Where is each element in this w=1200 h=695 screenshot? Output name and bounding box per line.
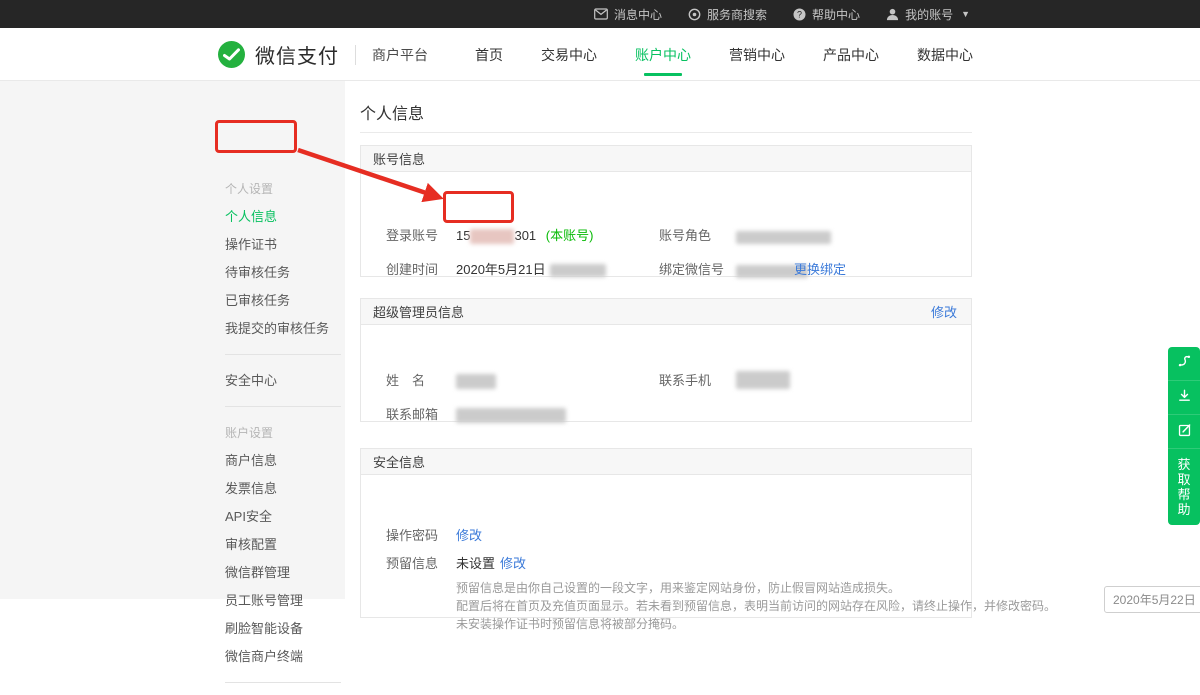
page-title: 个人信息: [360, 100, 424, 124]
account-info-panel: 账号信息 登录账号 15301 (本账号) 账号角色 创建时间 2020年5月2…: [360, 145, 972, 277]
contact-phone-value: [736, 371, 790, 389]
nav-home[interactable]: 首页: [473, 29, 505, 81]
description-line: 配置后将在首页及充值页面显示。若未看到预留信息，表明当前访问的网站存在风险，请终…: [456, 597, 1056, 615]
brand-portal: 商户平台: [372, 45, 428, 65]
password-edit-link[interactable]: 修改: [456, 528, 482, 543]
download-button[interactable]: [1168, 381, 1200, 415]
link-icon: [1177, 354, 1192, 374]
topbar-item-label: 消息中心: [614, 6, 662, 23]
primary-nav: 首页 交易中心 账户中心 营销中心 产品中心 数据中心: [473, 28, 975, 81]
message-icon: [594, 8, 608, 20]
account-role-label: 账号角色: [659, 228, 711, 243]
nav-marketing-center[interactable]: 营销中心: [727, 29, 787, 81]
sidebar-item-personal-info[interactable]: 个人信息: [225, 203, 341, 231]
topbar-item-label: 服务商搜索: [707, 6, 767, 23]
get-help-label: 获取帮助: [1177, 457, 1191, 517]
sidebar-item-staff-account-mgmt[interactable]: 员工账号管理: [225, 587, 341, 615]
topbar-help-center[interactable]: ? 帮助中心: [793, 6, 860, 23]
admin-panel-title: 超级管理员信息: [373, 302, 464, 321]
nav-transaction-center[interactable]: 交易中心: [539, 29, 599, 81]
chevron-down-icon: ▼: [961, 9, 970, 19]
created-time-value: 2020年5月21日: [456, 262, 606, 277]
description-line: 预留信息是由你自己设置的一段文字，用来鉴定网站身份，防止假冒网站造成损失。: [456, 579, 1056, 597]
login-account-value: 15301 (本账号): [456, 228, 593, 244]
brand-divider: [355, 45, 356, 65]
sidebar-item-merchant-info[interactable]: 商户信息: [225, 447, 341, 475]
sidebar-divider: [225, 682, 341, 683]
search-icon: [688, 8, 701, 21]
top-utility-bar: 消息中心 服务商搜索 ? 帮助中心 我的账号 ▼: [0, 0, 1200, 28]
redacted-name: [456, 374, 496, 389]
reserved-info-description: 预留信息是由你自己设置的一段文字，用来鉴定网站身份，防止假冒网站造成损失。 配置…: [456, 579, 1056, 633]
sidebar-item-pending-review-tasks[interactable]: 待审核任务: [225, 259, 341, 287]
nav-data-center[interactable]: 数据中心: [915, 29, 975, 81]
redacted-email: [456, 408, 566, 423]
sidebar-item-operation-certificate[interactable]: 操作证书: [225, 231, 341, 259]
redacted-phone: [736, 371, 790, 389]
redacted-created-time: [550, 264, 606, 277]
bound-wechat-label: 绑定微信号: [659, 262, 724, 277]
account-role-value: [736, 229, 831, 244]
sidebar-item-wechat-group-mgmt[interactable]: 微信群管理: [225, 559, 341, 587]
current-account-note: (本账号): [546, 228, 594, 243]
nav-product-center[interactable]: 产品中心: [821, 29, 881, 81]
contact-email-value: [456, 407, 566, 423]
edit-icon: [1177, 422, 1192, 442]
sidebar-item-invoice-info[interactable]: 发票信息: [225, 475, 341, 503]
user-icon: [886, 8, 899, 21]
wechat-pay-logo-icon: [218, 41, 245, 68]
super-admin-panel: 超级管理员信息 修改 姓 名 联系手机 联系邮箱: [360, 298, 972, 422]
operation-password-label: 操作密码: [386, 528, 438, 543]
reserved-edit-link[interactable]: 修改: [500, 556, 526, 571]
redacted-login-middle: [470, 229, 514, 244]
date-chip[interactable]: 2020年5月22日: [1104, 586, 1200, 613]
sidebar-item-review-config[interactable]: 审核配置: [225, 531, 341, 559]
sidebar-item-face-smart-device[interactable]: 刷脸智能设备: [225, 615, 341, 643]
site-header: 微信支付 商户平台 首页 交易中心 账户中心 营销中心 产品中心 数据中心: [0, 28, 1200, 81]
contact-link-button[interactable]: [1168, 347, 1200, 381]
feedback-button[interactable]: [1168, 415, 1200, 449]
name-label: 姓 名: [386, 373, 425, 388]
contact-phone-label: 联系手机: [659, 373, 711, 388]
sidebar-divider: [225, 354, 341, 355]
get-help-button[interactable]: 获取帮助: [1168, 449, 1200, 525]
sidebar-item-wechat-merchant-terminal[interactable]: 微信商户终端: [225, 643, 341, 671]
topbar-my-account[interactable]: 我的账号 ▼: [886, 6, 970, 23]
download-icon: [1177, 388, 1192, 408]
name-value: [456, 373, 496, 389]
login-account-label: 登录账号: [386, 228, 438, 243]
svg-text:?: ?: [797, 9, 802, 19]
topbar-service-search[interactable]: 服务商搜索: [688, 6, 767, 23]
sidebar-item-my-submitted-tasks[interactable]: 我提交的审核任务: [225, 315, 341, 343]
reserved-info-value: 未设置: [456, 556, 495, 571]
topbar-message-center[interactable]: 消息中心: [594, 6, 662, 23]
sidebar-item-reviewed-tasks[interactable]: 已审核任务: [225, 287, 341, 315]
title-divider: [360, 132, 972, 133]
brand-name: 微信支付: [255, 40, 339, 69]
security-panel-title: 安全信息: [373, 452, 425, 471]
security-info-panel: 安全信息 操作密码 修改 预留信息 未设置 修改 预留信息是由你自己设置的一段文…: [360, 448, 972, 618]
brand[interactable]: 微信支付 商户平台: [218, 28, 428, 81]
account-panel-title: 账号信息: [373, 149, 425, 168]
topbar-item-label: 我的账号: [905, 6, 953, 23]
sidebar: 个人设置 个人信息 操作证书 待审核任务 已审核任务 我提交的审核任务 安全中心…: [0, 81, 345, 599]
contact-email-label: 联系邮箱: [386, 407, 438, 422]
sidebar-item-api-security[interactable]: API安全: [225, 503, 341, 531]
sidebar-item-security-center[interactable]: 安全中心: [225, 367, 341, 395]
redacted-role: [736, 231, 831, 244]
help-icon: ?: [793, 8, 806, 21]
nav-account-center[interactable]: 账户中心: [633, 29, 693, 81]
floating-toolbar: 获取帮助: [1168, 347, 1200, 525]
sidebar-section-personal-settings: 个人设置: [225, 175, 341, 203]
description-line: 未安装操作证书时预留信息将被部分掩码。: [456, 615, 1056, 633]
topbar-item-label: 帮助中心: [812, 6, 860, 23]
reserved-info-label: 预留信息: [386, 556, 438, 571]
sidebar-divider: [225, 406, 341, 407]
sidebar-section-account-settings: 账户设置: [225, 419, 341, 447]
created-time-label: 创建时间: [386, 262, 438, 277]
rebind-link[interactable]: 更换绑定: [794, 262, 846, 277]
admin-edit-link[interactable]: 修改: [931, 302, 957, 321]
